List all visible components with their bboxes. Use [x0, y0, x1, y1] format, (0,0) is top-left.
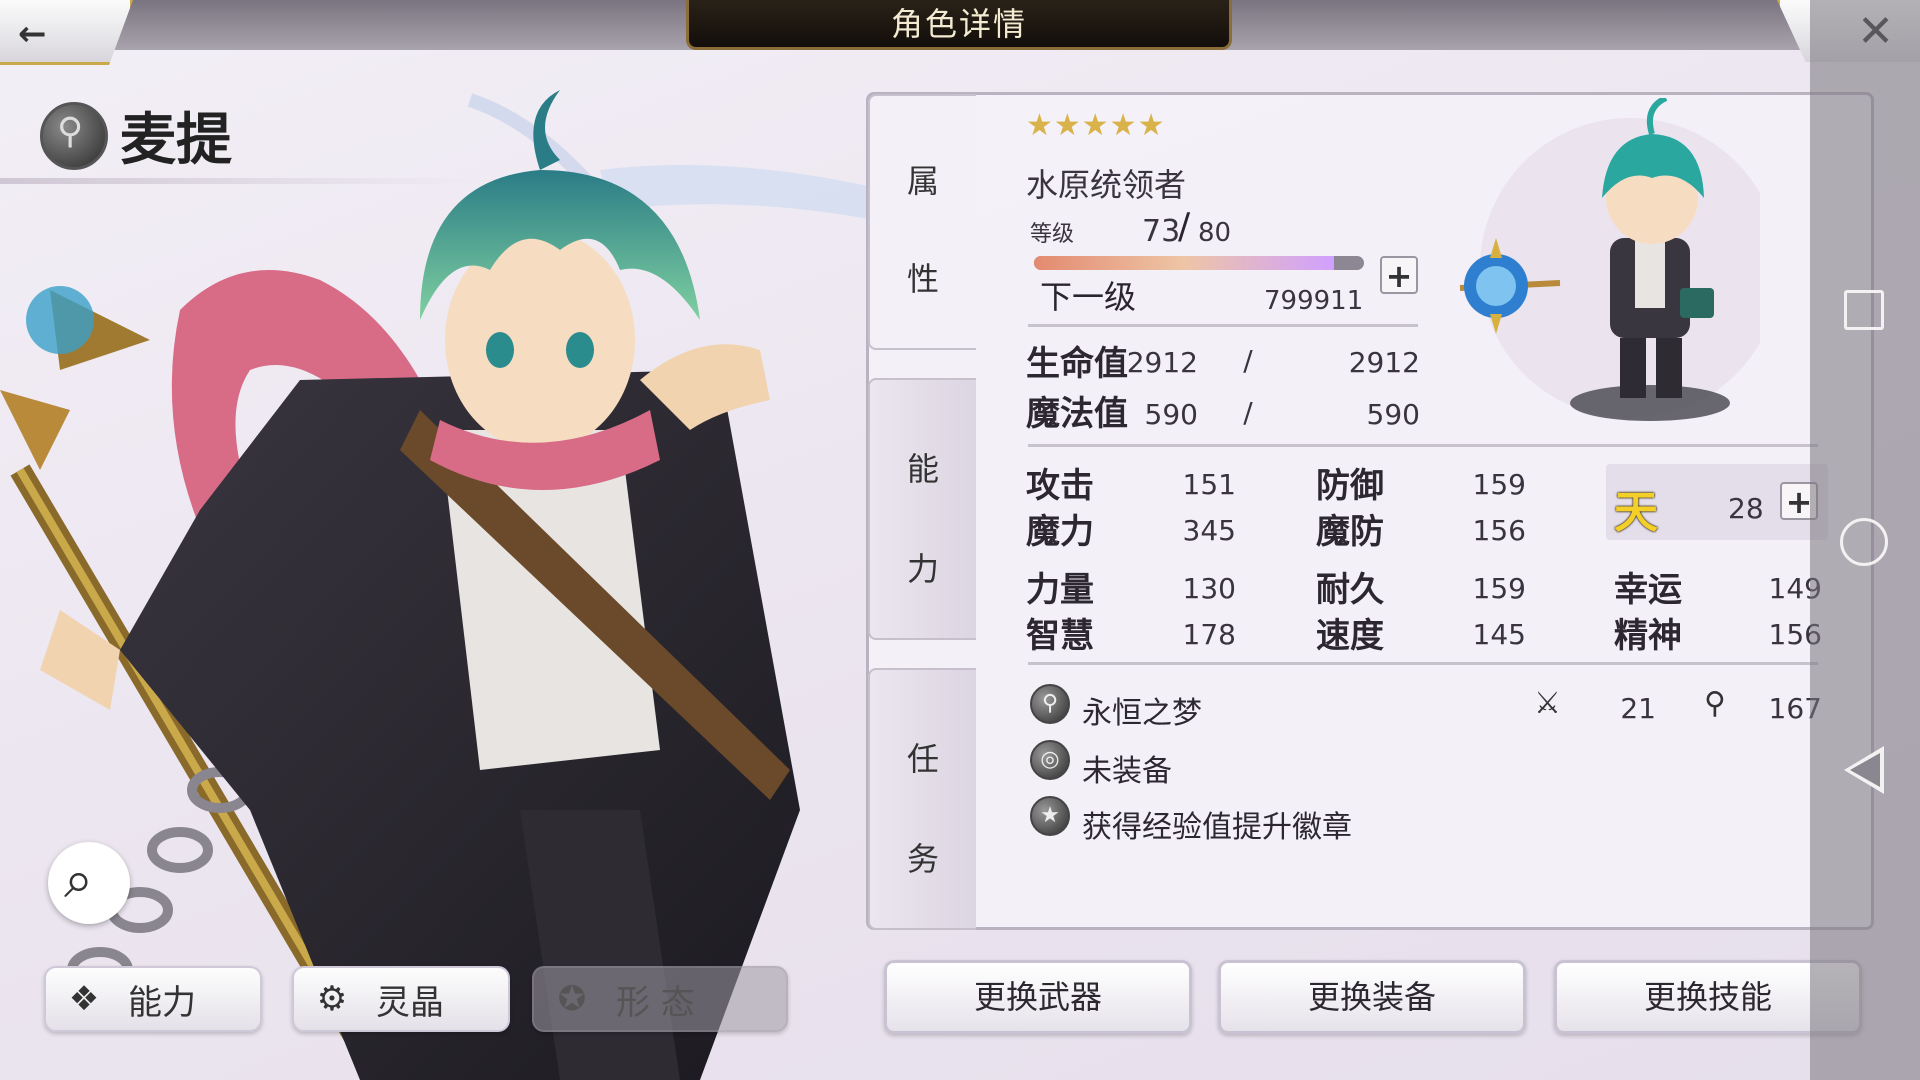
- side-tab-char: 任: [906, 740, 939, 778]
- end-label: 耐久: [1316, 570, 1384, 610]
- divider: [1028, 662, 1818, 665]
- character-chibi: [1430, 95, 1780, 428]
- change-equipment-button[interactable]: 更换装备: [1218, 960, 1526, 1034]
- exp-progress-bar: [1034, 256, 1364, 270]
- weapon-staff-icon: ⚲: [1030, 684, 1070, 724]
- level-label: 等级: [1030, 222, 1075, 247]
- int-value: 178: [1182, 618, 1236, 651]
- tab-crystal[interactable]: ⚙ 灵晶: [292, 966, 510, 1032]
- tab-crystal-label: 灵晶: [376, 982, 444, 1023]
- badge-name[interactable]: 获得经验值提升徽章: [1082, 802, 1352, 846]
- side-tab-attributes[interactable]: 属 性: [868, 94, 976, 350]
- luck-label: 幸运: [1614, 570, 1682, 610]
- level-current: 73: [1142, 214, 1181, 249]
- spd-label: 速度: [1316, 616, 1384, 656]
- next-level-label: 下一级: [1040, 278, 1137, 316]
- side-tab-char: 能: [906, 450, 939, 488]
- sword-attack-icon: ⚔: [1534, 686, 1561, 721]
- tab-ability[interactable]: ❖ 能力: [44, 966, 262, 1032]
- accessory-slot[interactable]: 未装备: [1082, 746, 1172, 790]
- name-divider: [0, 178, 480, 184]
- weapon-atk-value: 21: [1620, 692, 1656, 725]
- badge-star-icon: ★: [1030, 796, 1070, 836]
- form-crest-icon: ✪: [557, 979, 587, 1019]
- spd-value: 145: [1472, 618, 1526, 651]
- mp-max: 590: [1366, 398, 1420, 431]
- recent-apps-icon[interactable]: [1844, 290, 1884, 330]
- hp-current: 2912: [1126, 346, 1198, 379]
- magnifier-icon: ⌕: [64, 850, 94, 910]
- atk-label: 攻击: [1026, 466, 1094, 506]
- character-name: 麦提: [120, 108, 232, 173]
- end-value: 159: [1472, 572, 1526, 605]
- heaven-rank-icon: 天: [1614, 487, 1658, 538]
- divider: [1028, 444, 1818, 447]
- str-label: 力量: [1026, 570, 1094, 610]
- mdef-value: 156: [1472, 514, 1526, 547]
- def-label: 防御: [1316, 466, 1384, 506]
- atk-value: 151: [1182, 468, 1236, 501]
- int-label: 智慧: [1026, 616, 1094, 656]
- nav-back-icon[interactable]: [1844, 746, 1884, 794]
- staff-magic-icon: ⚲: [1704, 686, 1726, 721]
- side-tab-char: 务: [906, 840, 939, 878]
- change-weapon-button[interactable]: 更换武器: [884, 960, 1192, 1034]
- side-tab-char: 力: [906, 550, 939, 588]
- heaven-rank-value: 28: [1728, 492, 1764, 525]
- side-tab-ability[interactable]: 能 力: [868, 378, 976, 640]
- mag-value: 345: [1182, 514, 1236, 547]
- mp-current: 590: [1144, 398, 1198, 431]
- character-name-row: 麦提: [40, 95, 232, 176]
- spirit-label: 精神: [1614, 616, 1682, 656]
- mp-slash: /: [1243, 396, 1253, 429]
- ability-grid-icon: ❖: [68, 979, 100, 1019]
- next-level-exp: 799911: [1264, 286, 1364, 316]
- home-icon[interactable]: [1840, 518, 1888, 566]
- tab-ability-label: 能力: [128, 982, 196, 1023]
- side-tab-char: 属: [906, 162, 939, 200]
- exp-progress-fill: [1034, 256, 1335, 270]
- weapon-name[interactable]: 永恒之梦: [1082, 688, 1202, 732]
- level-slash: /: [1178, 206, 1191, 247]
- hp-slash: /: [1243, 344, 1253, 377]
- side-tab-mission[interactable]: 任 务: [868, 668, 976, 930]
- page-title: 角色详情: [890, 5, 1027, 43]
- def-value: 159: [1472, 468, 1526, 501]
- divider: [1028, 324, 1418, 327]
- title-plate: 角色详情: [686, 0, 1232, 50]
- spirit-value: 156: [1768, 618, 1822, 651]
- tab-form[interactable]: ✪ 形 态: [532, 966, 788, 1032]
- weapon-type-staff-icon: [40, 101, 108, 170]
- level-up-plus-button[interactable]: +: [1380, 256, 1418, 294]
- luck-value: 149: [1768, 572, 1822, 605]
- character-class: 水原统领者: [1026, 166, 1187, 204]
- weapon-mag-value: 167: [1768, 692, 1822, 725]
- zoom-button[interactable]: ⌕: [48, 842, 130, 924]
- hp-max: 2912: [1348, 346, 1420, 379]
- side-tab-char: 性: [906, 260, 939, 298]
- character-artwork: [0, 50, 980, 1080]
- ring-accessory-icon: ◎: [1030, 740, 1070, 780]
- rarity-stars: ★★★★★: [1026, 108, 1166, 143]
- crystal-gear-icon: ⚙: [316, 979, 348, 1019]
- tab-form-label: 形 态: [616, 982, 695, 1023]
- mag-label: 魔力: [1026, 512, 1094, 552]
- mdef-label: 魔防: [1316, 512, 1384, 552]
- str-value: 130: [1182, 572, 1236, 605]
- back-arrow-icon: ←: [18, 14, 47, 54]
- level-max: 80: [1198, 218, 1232, 248]
